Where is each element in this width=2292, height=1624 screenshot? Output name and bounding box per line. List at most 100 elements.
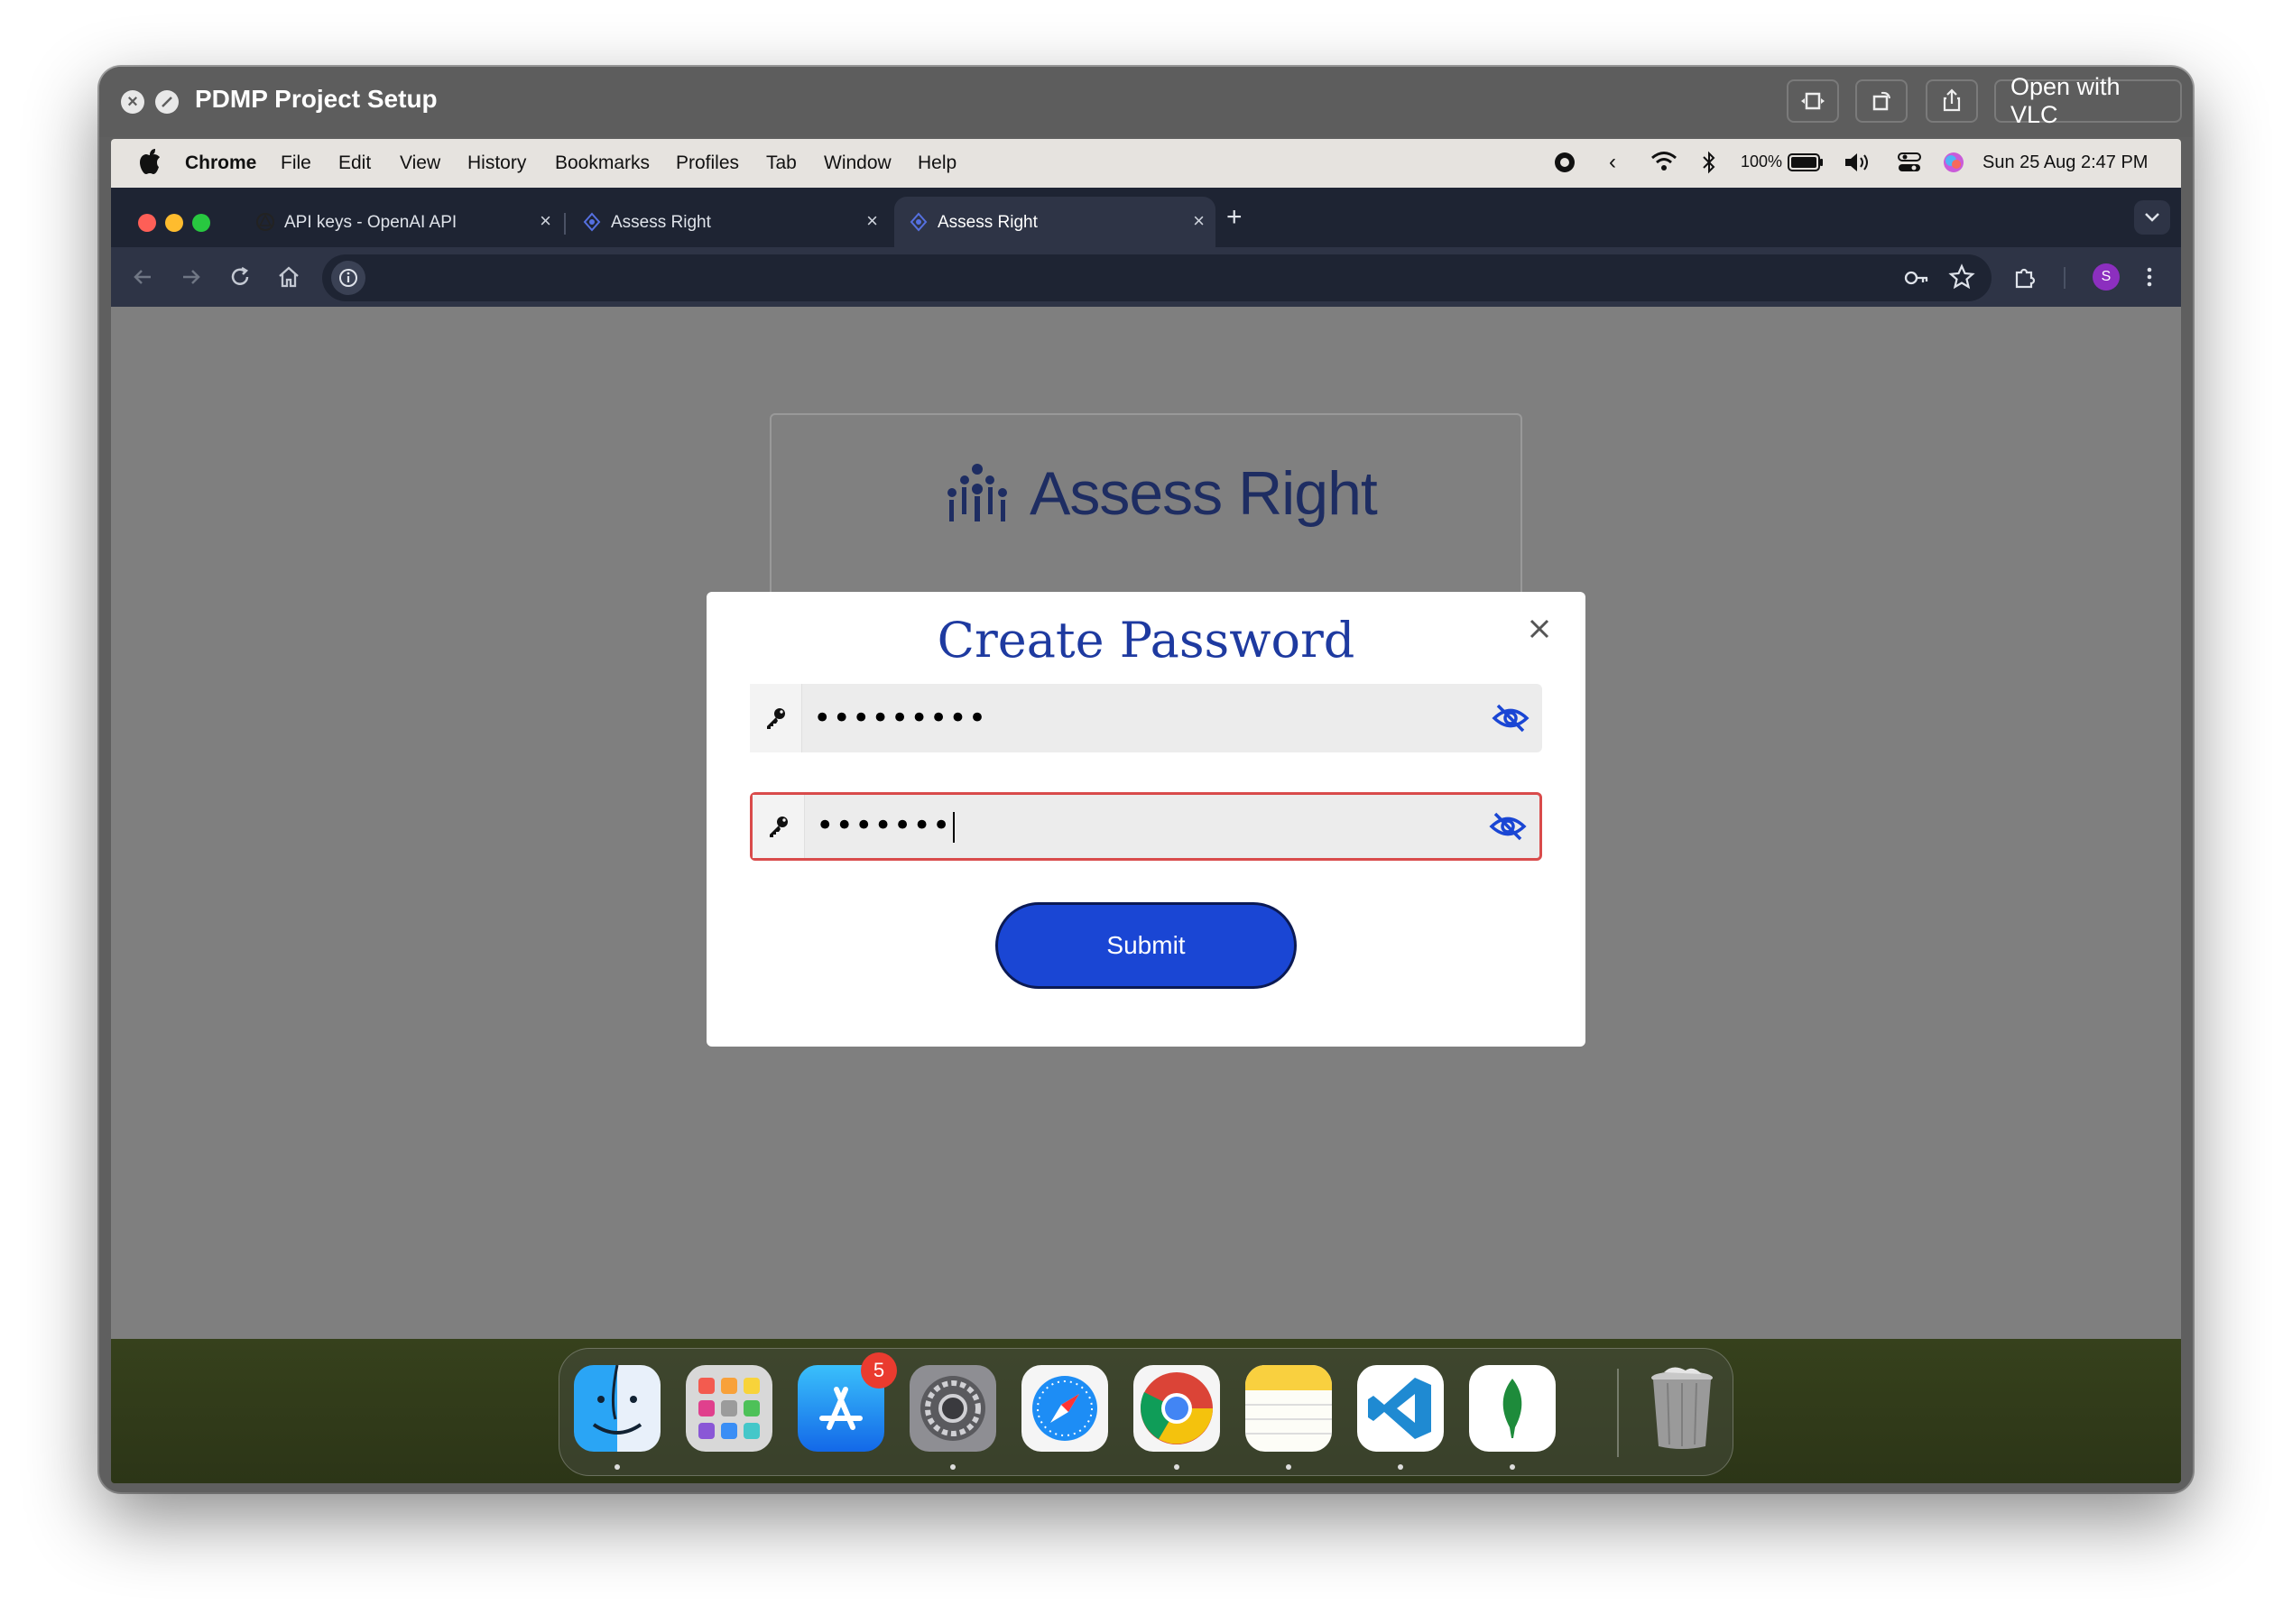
running-indicator	[1398, 1464, 1403, 1470]
tab-label: API keys - OpenAI API	[284, 213, 457, 232]
eye-slash-icon[interactable]	[1487, 806, 1529, 847]
trim-icon[interactable]	[1787, 79, 1839, 123]
window-zoom-button[interactable]	[192, 214, 210, 232]
chrome-icon[interactable]	[1133, 1365, 1220, 1452]
text-caret	[953, 811, 956, 843]
tab-label: Assess Right	[611, 213, 711, 232]
extensions-icon[interactable]	[2011, 263, 2038, 291]
key-icon	[750, 684, 802, 752]
assess-right-favicon	[909, 212, 929, 232]
menu-edit[interactable]: Edit	[338, 152, 371, 174]
dock-separator	[1617, 1369, 1619, 1457]
quicklook-title: PDMP Project Setup	[195, 85, 438, 113]
rotate-icon[interactable]	[1855, 79, 1908, 123]
tab-search-button[interactable]	[2134, 200, 2170, 235]
vscode-icon[interactable]	[1357, 1365, 1444, 1452]
chevron-left-icon[interactable]: ‹	[1609, 150, 1616, 175]
window-minimize-button[interactable]	[165, 214, 183, 232]
tab-close-icon[interactable]: ×	[1193, 209, 1205, 233]
wifi-icon[interactable]	[1650, 150, 1677, 179]
launchpad-icon[interactable]	[686, 1365, 772, 1452]
chrome-toolbar: S	[111, 247, 2181, 307]
home-icon[interactable]	[275, 263, 302, 291]
new-tab-icon[interactable]: +	[1226, 202, 1243, 233]
share-icon[interactable]	[1926, 79, 1978, 123]
menu-bookmarks[interactable]: Bookmarks	[555, 152, 650, 174]
chrome-tabstrip: API keys - OpenAI API × Assess Right × A…	[111, 188, 2181, 247]
battery-icon[interactable]	[1788, 153, 1824, 177]
confirm-password-field[interactable]: •••••••	[750, 792, 1542, 861]
running-indicator	[1286, 1464, 1291, 1470]
create-password-modal: Create Password ••••••••• ••••••• Submit	[707, 592, 1585, 1047]
system-settings-icon[interactable]	[910, 1365, 996, 1452]
confirm-password-value: •••••••	[816, 810, 956, 843]
running-indicator	[1510, 1464, 1515, 1470]
brand-logo: Assess Right	[941, 458, 1378, 529]
screenshot-content: Chrome File Edit View History Bookmarks …	[111, 139, 2181, 1483]
bluetooth-icon[interactable]	[1701, 150, 1717, 180]
menu-help[interactable]: Help	[918, 152, 957, 174]
quicklook-window: × PDMP Project Setup Open with VLC Chrom…	[99, 67, 2193, 1492]
close-icon[interactable]: ×	[121, 90, 144, 114]
app-store-badge: 5	[861, 1352, 897, 1389]
open-with-vlc-button[interactable]: Open with VLC	[1994, 73, 2182, 128]
running-indicator	[1174, 1464, 1179, 1470]
menu-profiles[interactable]: Profiles	[676, 152, 739, 174]
site-info-icon[interactable]	[331, 261, 365, 295]
reload-icon[interactable]	[226, 263, 254, 291]
assess-right-logo-icon	[947, 464, 1007, 521]
quicklook-titlebar: × PDMP Project Setup Open with VLC	[99, 67, 2193, 137]
menu-view[interactable]: View	[400, 152, 440, 174]
running-indicator	[615, 1464, 620, 1470]
battery-percent: 100%	[1741, 152, 1783, 171]
mongodb-compass-icon[interactable]	[1469, 1365, 1556, 1452]
menu-chrome[interactable]: Chrome	[185, 152, 256, 174]
menu-file[interactable]: File	[281, 152, 311, 174]
eye-slash-icon[interactable]	[1490, 697, 1531, 739]
volume-icon[interactable]	[1844, 151, 1872, 180]
tab-label: Assess Right	[938, 213, 1038, 232]
toolbar-divider	[2064, 267, 2066, 289]
menu-tab[interactable]: Tab	[766, 152, 797, 174]
chevron-down-icon	[2145, 213, 2159, 222]
menubar-clock[interactable]: Sun 25 Aug 2:47 PM	[1982, 152, 2148, 173]
modal-title: Create Password	[937, 612, 1355, 669]
trash-icon[interactable]	[1639, 1365, 1725, 1452]
password-value: •••••••••	[813, 700, 988, 736]
control-center-icon[interactable]	[1898, 152, 1921, 179]
safari-icon[interactable]	[1021, 1365, 1108, 1452]
menu-window[interactable]: Window	[824, 152, 892, 174]
siri-icon[interactable]	[1943, 152, 1964, 179]
tab-assess-right-1[interactable]: Assess Right ×	[568, 197, 889, 247]
brand-name: Assess Right	[1030, 459, 1378, 528]
web-page: Assess Right Create Password ••••••••• •…	[111, 307, 2181, 1339]
bookmark-star-icon[interactable]	[1948, 263, 1975, 295]
kebab-menu-icon[interactable]	[2136, 263, 2163, 291]
notes-icon[interactable]	[1245, 1365, 1332, 1452]
finder-icon[interactable]	[574, 1365, 661, 1452]
close-icon[interactable]	[1524, 614, 1555, 644]
tab-openai-api-keys[interactable]: API keys - OpenAI API ×	[241, 197, 562, 247]
tab-assess-right-active[interactable]: Assess Right ×	[894, 197, 1215, 247]
back-arrow-icon[interactable]	[129, 263, 156, 291]
assess-right-favicon	[582, 212, 602, 232]
openai-icon	[255, 212, 275, 232]
tab-close-icon[interactable]: ×	[540, 209, 551, 233]
record-icon[interactable]	[1553, 151, 1576, 180]
tab-close-icon[interactable]: ×	[866, 209, 878, 233]
password-field[interactable]: •••••••••	[750, 684, 1542, 752]
forward-arrow-icon[interactable]	[178, 263, 205, 291]
address-bar[interactable]	[322, 254, 1992, 301]
submit-button[interactable]: Submit	[995, 902, 1297, 989]
window-close-button[interactable]	[138, 214, 156, 232]
macos-dock: 5	[559, 1348, 1733, 1476]
macos-menubar: Chrome File Edit View History Bookmarks …	[111, 139, 2181, 188]
key-icon	[753, 795, 805, 858]
profile-avatar[interactable]: S	[2093, 263, 2120, 291]
apple-icon[interactable]	[138, 148, 162, 180]
fullscreen-icon[interactable]	[155, 90, 179, 114]
menu-history[interactable]: History	[467, 152, 526, 174]
running-indicator	[950, 1464, 956, 1470]
tab-divider	[564, 213, 566, 235]
password-key-icon[interactable]	[1903, 264, 1930, 296]
